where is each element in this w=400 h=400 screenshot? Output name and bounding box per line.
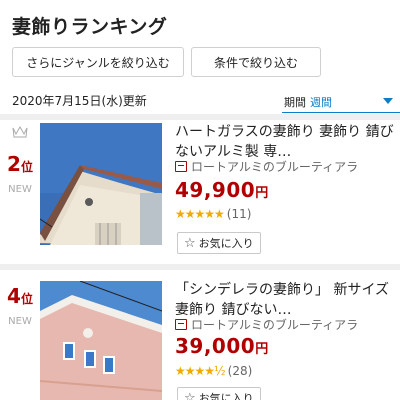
review-count[interactable]: (28) — [228, 364, 253, 378]
shop-icon — [175, 319, 187, 330]
star-outline-icon: ☆ — [184, 235, 196, 251]
favorite-label: お気に入り — [198, 392, 254, 400]
favorite-button[interactable]: ☆ お気に入り — [177, 387, 261, 400]
rank-block: 2位 NEW — [6, 124, 34, 195]
caret-down-icon[interactable] — [383, 98, 393, 104]
new-badge: NEW — [8, 316, 32, 327]
page-title: 妻飾りランキング — [12, 16, 168, 38]
genre-filter-button[interactable]: さらにジャンルを絞り込む — [12, 47, 184, 77]
period-label: 期間 — [284, 96, 306, 109]
rating[interactable]: ★★★★★ (11) — [175, 207, 251, 221]
condition-filter-button[interactable]: 条件で絞り込む — [191, 47, 321, 77]
rating-stars: ★★★★½ — [175, 364, 226, 378]
favorite-button[interactable]: ☆ お気に入り — [177, 232, 261, 254]
product-image[interactable] — [40, 281, 162, 400]
product-image[interactable] — [40, 123, 162, 245]
shop-name[interactable]: ロートアルミのブルーティアラ — [191, 158, 358, 175]
shop-link[interactable]: ロートアルミのブルーティアラ — [175, 158, 358, 175]
favorite-label: お気に入り — [198, 237, 254, 250]
product-title[interactable]: ハートガラスの妻飾り 妻飾り 錆びないアルミ製 専… — [175, 122, 395, 162]
shop-icon — [175, 161, 187, 172]
review-count[interactable]: (11) — [227, 207, 252, 221]
period-select[interactable]: 期間 週間 — [284, 94, 332, 110]
section-divider — [0, 114, 400, 120]
rating[interactable]: ★★★★½ (28) — [175, 364, 252, 378]
rank-number: 2位 — [7, 152, 33, 176]
shop-link[interactable]: ロートアルミのブルーティアラ — [175, 316, 358, 333]
new-badge: NEW — [8, 184, 32, 195]
period-value[interactable]: 週間 — [310, 96, 332, 109]
crown-icon — [12, 125, 28, 138]
rank-block: 4位 NEW — [6, 284, 34, 327]
price: 49,900円 — [175, 178, 269, 202]
shop-name[interactable]: ロートアルミのブルーティアラ — [191, 316, 358, 333]
section-divider — [0, 264, 400, 270]
price: 39,000円 — [175, 334, 269, 358]
star-outline-icon: ☆ — [184, 390, 196, 400]
rating-stars: ★★★★★ — [175, 207, 225, 221]
period-underline — [282, 112, 400, 113]
updated-date: 2020年7月15日(水)更新 — [12, 94, 147, 108]
product-title[interactable]: 「シンデレラの妻飾り」 新サイズ 妻飾り 錆びない… — [175, 280, 395, 320]
rank-number: 4位 — [7, 284, 33, 308]
